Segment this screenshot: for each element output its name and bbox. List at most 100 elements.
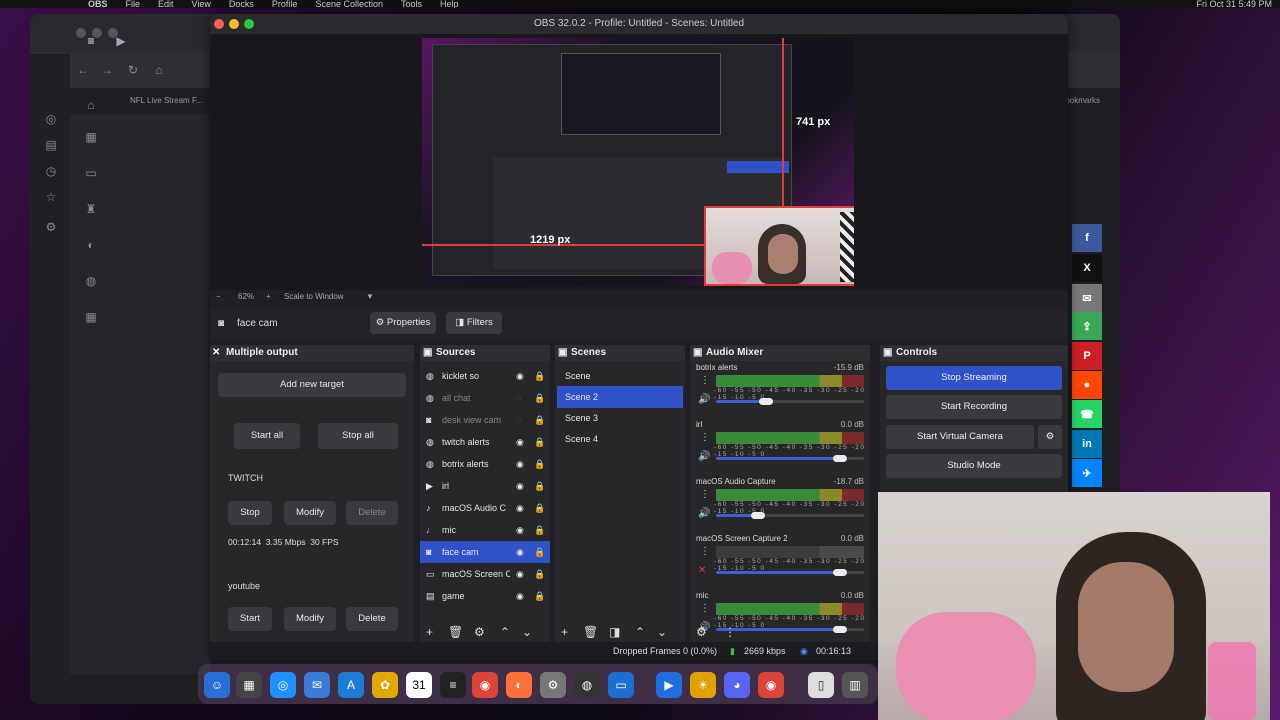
start-recording-button[interactable]: Start Recording — [886, 395, 1062, 419]
add-source-icon[interactable]: + — [426, 625, 433, 639]
lock-icon[interactable]: 🔒 — [534, 585, 545, 607]
properties-button[interactable]: ⚙ Properties — [370, 312, 436, 334]
facebook-share-icon[interactable]: f — [1072, 224, 1102, 252]
menu-icon[interactable]: ≡ — [84, 34, 98, 48]
twitch-modify-button[interactable]: Modify — [284, 501, 336, 525]
source-item[interactable]: ♪ macOS Audio C ◉ 🔒 — [420, 497, 550, 519]
whatsapp-share-icon[interactable]: ☎ — [1072, 400, 1102, 428]
close-window-button[interactable] — [214, 19, 224, 29]
lock-icon[interactable]: 🔒 — [534, 431, 545, 453]
zoom-in-icon[interactable]: + — [266, 290, 271, 304]
menu-edit[interactable]: Edit — [158, 0, 174, 8]
menu-app-name[interactable]: OBS — [88, 0, 108, 8]
messenger-share-icon[interactable]: ✈ — [1072, 459, 1102, 487]
speaker-icon[interactable]: 🔊 — [698, 394, 710, 405]
settings-icon[interactable]: ⚙ — [44, 220, 58, 234]
volume-slider-handle[interactable] — [833, 455, 847, 462]
reload-icon[interactable]: ↻ — [126, 63, 140, 77]
source-item[interactable]: ◍ botrix alerts ◉ 🔒 — [420, 453, 550, 475]
menu-help[interactable]: Help — [440, 0, 459, 8]
studio-mode-button[interactable]: Studio Mode — [886, 454, 1062, 478]
palette-icon[interactable]: ◐ — [84, 238, 98, 252]
zoom-out-icon[interactable]: − — [216, 290, 221, 304]
finder-icon[interactable]: ☺ — [204, 672, 230, 698]
visibility-eye-icon[interactable]: ◌ — [516, 387, 521, 409]
appstore-icon[interactable]: A — [338, 672, 364, 698]
add-scene-icon[interactable]: + — [561, 625, 568, 639]
youtube-start-button[interactable]: Start — [228, 607, 272, 631]
obs-app-icon[interactable]: ◍ — [574, 672, 600, 698]
save-icon[interactable]: ▤ — [44, 138, 58, 152]
move-up-icon[interactable]: ⌃ — [500, 625, 510, 639]
back-icon[interactable]: ← — [76, 63, 90, 77]
speaker-icon[interactable]: 🔊 — [698, 508, 710, 519]
chrome-icon[interactable]: ◉ — [472, 672, 498, 698]
visibility-eye-icon[interactable]: ◉ — [516, 475, 524, 497]
linkedin-share-icon[interactable]: in — [1072, 430, 1102, 458]
launchpad-icon[interactable]: ▦ — [236, 672, 262, 698]
x-share-icon[interactable]: X — [1072, 254, 1102, 282]
lock-icon[interactable]: 🔒 — [534, 475, 545, 497]
remove-source-icon[interactable]: 🗑 — [448, 625, 463, 639]
source-item[interactable]: ◙ desk view cam ◌ 🔒 — [420, 409, 550, 431]
youtube-delete-button[interactable]: Delete — [346, 607, 398, 631]
scene-up-icon[interactable]: ⌃ — [635, 625, 645, 639]
visibility-eye-icon[interactable]: ◉ — [516, 585, 524, 607]
chevron-down-icon[interactable]: ▼ — [366, 290, 374, 304]
source-item[interactable]: ♩ mic ◉ 🔒 — [420, 519, 550, 541]
lock-icon[interactable]: 🔒 — [534, 365, 545, 387]
twitch-stop-button[interactable]: Stop — [228, 501, 272, 525]
video-icon[interactable]: ▶ — [114, 34, 128, 48]
scene-item[interactable]: Scene — [557, 365, 683, 387]
preview-app-icon[interactable]: ▭ — [608, 672, 634, 698]
visibility-eye-icon[interactable]: ◉ — [516, 431, 524, 453]
close-icon[interactable]: ✕ — [212, 345, 220, 361]
reddit-share-icon[interactable]: ● — [1072, 371, 1102, 399]
mail-icon[interactable]: ✉ — [304, 672, 330, 698]
start-all-button[interactable]: Start all — [234, 423, 300, 449]
calendar-app-icon[interactable]: 31 — [406, 672, 432, 698]
discord-icon[interactable]: ◕ — [724, 672, 750, 698]
add-target-button[interactable]: Add new target — [218, 373, 406, 397]
scene-item[interactable]: Scene 2 — [557, 386, 683, 408]
lock-icon[interactable]: 🔒 — [534, 497, 545, 519]
zoom-app-icon[interactable]: ▶ — [656, 672, 682, 698]
menu-view[interactable]: View — [192, 0, 211, 8]
lock-icon[interactable]: 🔒 — [534, 519, 545, 541]
notes-icon[interactable]: ≡ — [440, 672, 466, 698]
document-icon[interactable]: ▯ — [808, 672, 834, 698]
channel-menu-icon[interactable]: ⋮ — [700, 546, 710, 557]
photos-icon[interactable]: ✿ — [372, 672, 398, 698]
pinterest-share-icon[interactable]: P — [1072, 342, 1102, 370]
menu-profile[interactable]: Profile — [272, 0, 298, 8]
source-item[interactable]: ◍ twitch alerts ◉ 🔒 — [420, 431, 550, 453]
scene-item[interactable]: Scene 4 — [557, 428, 683, 450]
scale-mode-label[interactable]: Scale to Window — [284, 290, 344, 304]
source-item[interactable]: ◙ face cam ◉ 🔒 — [420, 541, 550, 563]
visibility-eye-icon[interactable]: ◉ — [516, 365, 524, 387]
channel-menu-icon[interactable]: ⋮ — [700, 432, 710, 443]
safari-icon[interactable]: ◎ — [270, 672, 296, 698]
channel-menu-icon[interactable]: ⋮ — [700, 375, 710, 386]
share-icon[interactable]: ⇪ — [1072, 312, 1102, 340]
scene-filter-icon[interactable]: ◨ — [609, 625, 620, 639]
lock-icon[interactable]: 🔒 — [534, 387, 545, 409]
bookmark-nfl[interactable]: NFL Live Stream F... — [130, 96, 203, 105]
forward-icon[interactable]: → — [100, 63, 114, 77]
start-virtual-camera-button[interactable]: Start Virtual Camera — [886, 425, 1034, 449]
mixer-menu-icon[interactable]: ⋮ — [724, 625, 736, 639]
lock-icon[interactable]: 🔒 — [534, 409, 545, 431]
scene-item[interactable]: Scene 3 — [557, 407, 683, 429]
stop-streaming-button[interactable]: Stop Streaming — [886, 366, 1062, 390]
visibility-eye-icon[interactable]: ◉ — [516, 541, 524, 563]
volume-slider-handle[interactable] — [751, 512, 765, 519]
visibility-eye-icon[interactable]: ◉ — [516, 453, 524, 475]
source-item[interactable]: ◍ kicklet so ◉ 🔒 — [420, 365, 550, 387]
face-cam-source-box[interactable] — [704, 206, 854, 286]
visibility-eye-icon[interactable]: ◉ — [516, 519, 524, 541]
mixer-settings-icon[interactable]: ⚙ — [696, 625, 707, 639]
stop-all-button[interactable]: Stop all — [318, 423, 398, 449]
source-item[interactable]: ▶ irl ◉ 🔒 — [420, 475, 550, 497]
home-nav-icon[interactable]: ⌂ — [84, 98, 98, 112]
system-settings-icon[interactable]: ⚙ — [540, 672, 566, 698]
